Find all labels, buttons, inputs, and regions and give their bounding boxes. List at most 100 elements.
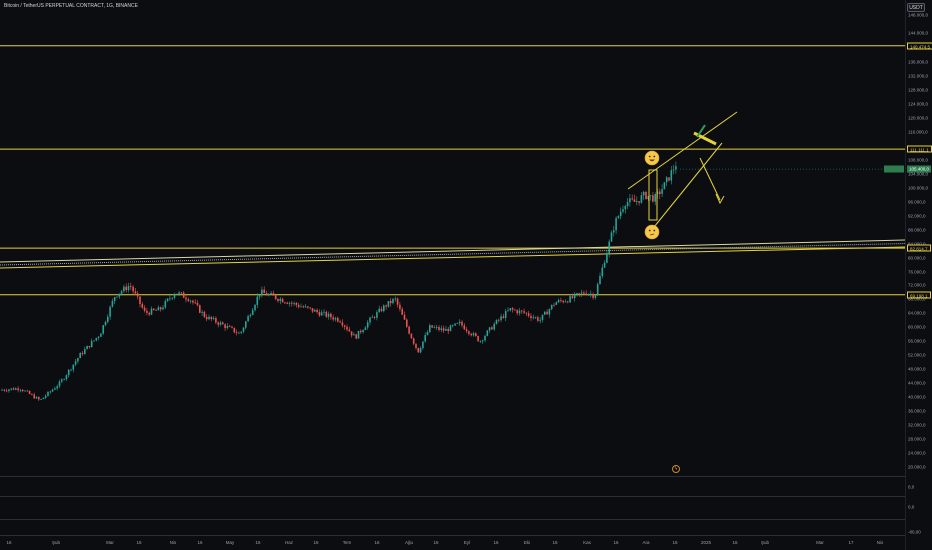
- candle-body: [373, 316, 376, 318]
- price-tick-label: 32.000,0: [908, 422, 926, 428]
- candle-body: [348, 329, 351, 332]
- candle-body: [323, 311, 325, 313]
- countdown-tag: [884, 165, 904, 173]
- thinking-face-icon: [644, 224, 660, 240]
- down-arrow-head: [715, 193, 725, 205]
- candle-body: [557, 300, 560, 303]
- price-tick-label: 128.000,0: [908, 87, 929, 93]
- candle-body: [47, 391, 49, 396]
- candle-body: [10, 388, 12, 390]
- candle-body: [134, 291, 137, 294]
- candle-body: [537, 317, 539, 321]
- panel-divider[interactable]: [0, 476, 905, 477]
- candle-body: [645, 191, 647, 200]
- candle-body: [371, 316, 374, 318]
- time-tick-label: 16: [433, 540, 439, 545]
- candle-body: [406, 319, 408, 327]
- candle-body: [155, 309, 157, 311]
- candle-body: [3, 389, 6, 391]
- currency-button[interactable]: USDT: [907, 3, 925, 12]
- candle-body: [438, 327, 440, 330]
- candle-body: [636, 201, 638, 202]
- candle-body: [196, 302, 199, 306]
- candle-body: [350, 331, 353, 336]
- candle-body: [97, 336, 100, 338]
- candle-body: [70, 369, 72, 371]
- candle-body: [479, 341, 482, 342]
- candle-body: [19, 389, 22, 391]
- candle-body: [320, 312, 323, 316]
- candle-body: [560, 300, 562, 301]
- candle-body: [15, 388, 17, 390]
- wedge-lower-line: [649, 142, 723, 233]
- lightning-icon[interactable]: ϟ: [672, 465, 680, 473]
- candle-body: [240, 331, 242, 333]
- thinking-face-icon-eye: [648, 229, 651, 232]
- candle-body: [571, 296, 574, 299]
- candle-body: [452, 325, 454, 327]
- candle-body: [162, 307, 164, 310]
- candle-body: [17, 388, 19, 391]
- candle-body: [360, 330, 362, 333]
- candle-body: [422, 341, 424, 349]
- candle-body: [357, 330, 360, 339]
- time-tick-label: May: [225, 540, 235, 545]
- candle-body: [509, 308, 512, 311]
- candle-body: [107, 316, 109, 323]
- level-price-tag: 111.111,1: [907, 145, 932, 153]
- candle-body: [51, 389, 54, 392]
- candle-body: [364, 327, 367, 331]
- candle-body: [415, 343, 417, 348]
- candle-body: [111, 300, 114, 307]
- chart-root[interactable]: Bitcoin / TetherUS PERPETUAL CONTRACT, 1…: [0, 0, 932, 550]
- candle-body: [116, 296, 118, 298]
- time-tick-label: 16: [672, 540, 678, 545]
- candle-body: [523, 311, 525, 313]
- price-tick-label: 132.000,0: [908, 73, 929, 79]
- candle-body: [562, 300, 564, 303]
- candle-body: [590, 293, 592, 295]
- candle-body: [445, 329, 447, 331]
- candle-body: [470, 333, 472, 336]
- symbol-title[interactable]: Bitcoin / TetherUS PERPETUAL CONTRACT, 1…: [4, 3, 138, 9]
- candle-body: [100, 333, 102, 337]
- time-tick-label: Nis: [169, 540, 177, 545]
- candle-body: [288, 302, 291, 304]
- candle-body: [580, 292, 583, 294]
- candle-body: [493, 324, 495, 330]
- time-tick-label: 17: [848, 540, 854, 545]
- candle-body: [642, 191, 645, 196]
- candle-body: [601, 267, 604, 277]
- candle-body: [146, 310, 148, 313]
- candle-body: [261, 289, 263, 295]
- candle-body: [403, 314, 406, 320]
- candle-body: [231, 326, 233, 328]
- candle-body: [286, 302, 288, 304]
- candle-body: [178, 292, 180, 294]
- time-tick-label: Şub: [51, 540, 61, 545]
- candle-body: [495, 319, 498, 325]
- candle-body: [378, 308, 380, 313]
- time-tick-label: Haz: [284, 540, 294, 545]
- candle-body: [564, 301, 567, 303]
- candle-body: [527, 313, 530, 316]
- panel-divider[interactable]: [0, 496, 905, 497]
- candle-body: [626, 202, 629, 207]
- price-tick-label: 60.000,0: [908, 324, 926, 330]
- time-tick-label: 16: [732, 540, 738, 545]
- candle-body: [35, 397, 38, 399]
- current-price-tag: 105.400,0: [907, 165, 932, 173]
- candle-body: [502, 316, 505, 318]
- candle-body: [88, 345, 91, 348]
- candle-body: [500, 316, 502, 320]
- candle-body: [343, 325, 346, 327]
- candle-body: [185, 297, 187, 300]
- candle-body: [525, 312, 528, 314]
- price-chart[interactable]: [0, 0, 932, 550]
- candle-body: [217, 322, 219, 325]
- candle-body: [498, 319, 500, 321]
- panel-divider[interactable]: [0, 519, 905, 520]
- price-tick-label: 92.000,0: [908, 213, 926, 219]
- candle-body: [599, 276, 601, 285]
- candle-body: [433, 327, 436, 329]
